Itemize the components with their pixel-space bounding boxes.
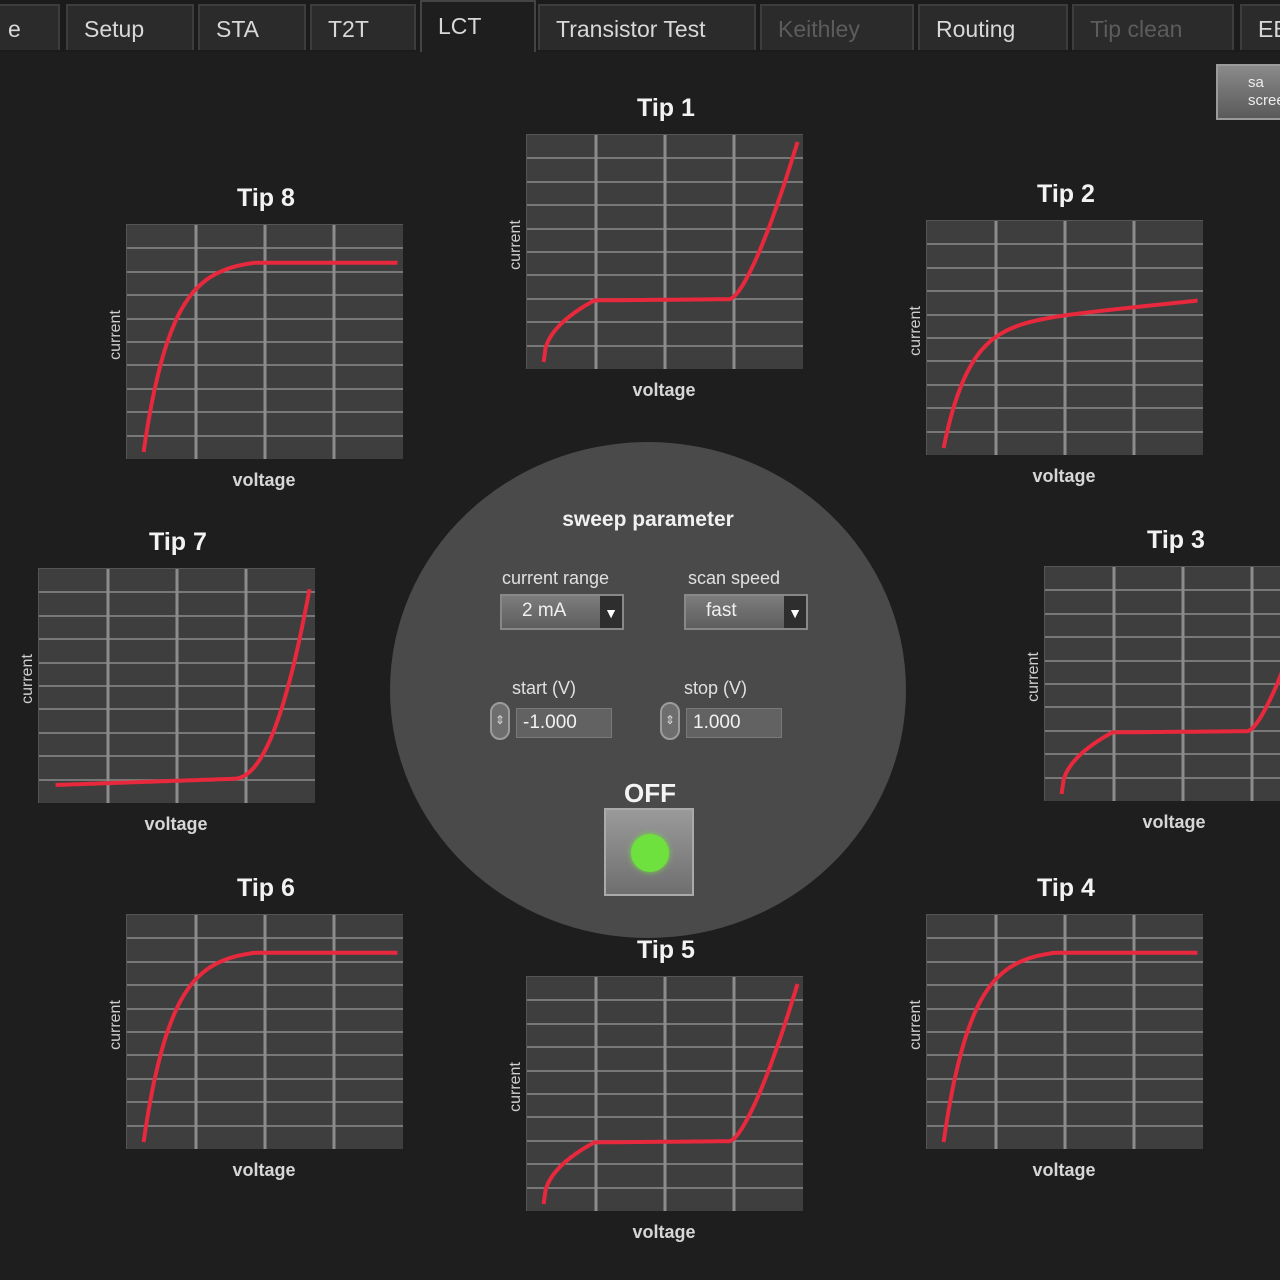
tab-keithley[interactable]: Keithley bbox=[760, 4, 914, 50]
y-axis-label: current bbox=[107, 1000, 124, 1050]
scan-speed-dropdown[interactable]: fast ▼ bbox=[684, 594, 808, 630]
tip-title: Tip 3 bbox=[1147, 526, 1205, 554]
tab-sta[interactable]: STA bbox=[198, 4, 306, 50]
y-axis-label: current bbox=[507, 1062, 524, 1112]
tip-title: Tip 1 bbox=[637, 94, 695, 122]
plot-canvas bbox=[1045, 567, 1280, 801]
current-range-value: 2 mA bbox=[522, 600, 567, 621]
tip-title: Tip 4 bbox=[1037, 874, 1095, 902]
x-axis-label: voltage bbox=[1142, 812, 1206, 832]
tip-title: Tip 5 bbox=[637, 936, 695, 964]
sweep-title: sweep parameter bbox=[562, 508, 734, 531]
x-axis-label: voltage bbox=[1032, 466, 1096, 486]
save-screen-button[interactable]: sa scree bbox=[1216, 64, 1280, 120]
tip-7-plot bbox=[38, 568, 315, 803]
current-range-dropdown[interactable]: 2 mA ▼ bbox=[500, 594, 624, 630]
tip-6-panel: Tip 6 current voltage bbox=[107, 874, 406, 1180]
y-axis-label: current bbox=[507, 220, 524, 270]
start-voltage-label: start (V) bbox=[512, 678, 577, 698]
plot-canvas bbox=[927, 221, 1203, 455]
x-axis-label: voltage bbox=[1032, 1160, 1096, 1180]
iv-trace bbox=[941, 950, 1198, 1143]
tab-tip-clean[interactable]: Tip clean bbox=[1072, 4, 1234, 50]
tab-e[interactable]: e bbox=[0, 4, 60, 50]
plot-canvas bbox=[527, 135, 803, 369]
current-range-label: current range bbox=[502, 568, 610, 588]
tab-setup[interactable]: Setup bbox=[66, 4, 194, 50]
iv-trace bbox=[141, 260, 398, 453]
power-state-label: OFF bbox=[624, 778, 676, 808]
tab-eb[interactable]: EB bbox=[1240, 4, 1280, 50]
tip-3-plot bbox=[1044, 566, 1280, 801]
tip-1-panel: Tip 1 current voltage bbox=[507, 94, 806, 400]
tip-title: Tip 2 bbox=[1037, 180, 1095, 208]
scan-speed-label: scan speed bbox=[688, 568, 781, 588]
tab-routing[interactable]: Routing bbox=[918, 4, 1068, 50]
stop-voltage-stepper[interactable]: ⇕ bbox=[660, 702, 680, 740]
x-axis-label: voltage bbox=[232, 470, 296, 490]
iv-trace bbox=[941, 298, 1198, 449]
tip-7-panel: Tip 7 current voltage bbox=[19, 528, 318, 834]
tip-5-plot bbox=[526, 976, 803, 1211]
y-axis-label: current bbox=[1025, 652, 1042, 702]
plot-canvas bbox=[127, 915, 403, 1149]
tab-lct[interactable]: LCT bbox=[420, 0, 536, 52]
plot-canvas bbox=[39, 569, 315, 803]
tab-bar: e Setup STA T2T LCT Transistor Test Keit… bbox=[0, 0, 1280, 52]
start-voltage-input[interactable]: -1.000 bbox=[516, 708, 612, 738]
plot-canvas bbox=[927, 915, 1203, 1149]
status-led-icon bbox=[631, 834, 669, 872]
power-toggle-button[interactable] bbox=[604, 808, 694, 896]
tip-3-panel: Tip 3 current voltage bbox=[1025, 526, 1280, 832]
iv-trace bbox=[141, 950, 398, 1143]
tip-2-panel: Tip 2 current voltage bbox=[907, 180, 1206, 486]
x-axis-label: voltage bbox=[232, 1160, 296, 1180]
x-axis-label: voltage bbox=[632, 1222, 696, 1242]
x-axis-label: voltage bbox=[632, 380, 696, 400]
tip-title: Tip 7 bbox=[149, 528, 207, 556]
scan-speed-value: fast bbox=[706, 600, 737, 621]
tab-t2t[interactable]: T2T bbox=[310, 4, 416, 50]
plot-canvas bbox=[527, 977, 803, 1211]
y-axis-label: current bbox=[907, 306, 924, 356]
tip-8-plot bbox=[126, 224, 403, 459]
tip-4-plot bbox=[926, 914, 1203, 1149]
tip-4-panel: Tip 4 current voltage bbox=[907, 874, 1206, 1180]
tip-6-plot bbox=[126, 914, 403, 1149]
tab-transistor-test[interactable]: Transistor Test bbox=[538, 4, 756, 50]
sweep-parameter-panel: sweep parameter current range 2 mA ▼ sca… bbox=[390, 442, 906, 938]
x-axis-label: voltage bbox=[144, 814, 208, 834]
chevron-down-icon: ▼ bbox=[600, 596, 622, 628]
y-axis-label: current bbox=[907, 1000, 924, 1050]
tip-5-panel: Tip 5 current voltage bbox=[507, 936, 806, 1242]
tip-title: Tip 6 bbox=[237, 874, 295, 902]
tip-1-plot bbox=[526, 134, 803, 369]
stop-voltage-label: stop (V) bbox=[684, 678, 748, 698]
tip-8-panel: Tip 8 current voltage bbox=[107, 184, 406, 490]
y-axis-label: current bbox=[19, 654, 36, 704]
chevron-down-icon: ▼ bbox=[784, 596, 806, 628]
tip-2-plot bbox=[926, 220, 1203, 455]
stop-voltage-input[interactable]: 1.000 bbox=[686, 708, 782, 738]
plot-canvas bbox=[127, 225, 403, 459]
start-voltage-stepper[interactable]: ⇕ bbox=[490, 702, 510, 740]
y-axis-label: current bbox=[107, 310, 124, 360]
tip-title: Tip 8 bbox=[237, 184, 295, 212]
